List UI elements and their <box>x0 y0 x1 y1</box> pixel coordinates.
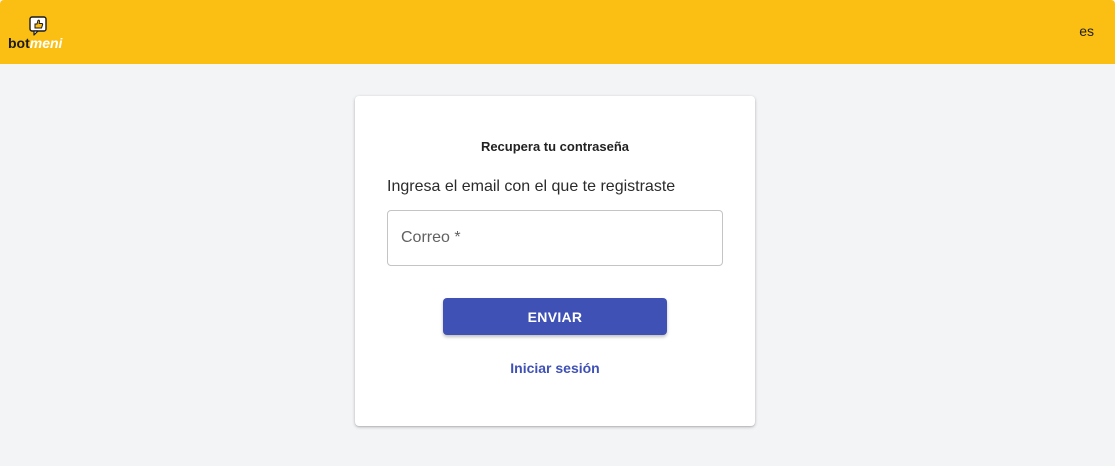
recover-password-card: Recupera tu contraseña Ingresa el email … <box>355 96 755 426</box>
email-input[interactable] <box>388 211 722 265</box>
brand-logo[interactable]: botmeni <box>8 14 70 52</box>
login-link[interactable]: Iniciar sesión <box>355 360 755 376</box>
thumbs-up-speech-bubble-icon <box>29 16 47 36</box>
submit-button[interactable]: ENVIAR <box>443 298 667 335</box>
top-app-bar: botmeni es <box>0 0 1115 64</box>
email-field[interactable] <box>387 210 723 266</box>
language-selector[interactable]: es <box>1079 23 1094 39</box>
card-title: Recupera tu contraseña <box>480 139 630 154</box>
brand-wordmark: botmeni <box>8 35 62 51</box>
card-instructions: Ingresa el email con el que te registras… <box>387 178 676 195</box>
brand-wordmark-bot: bot <box>8 35 30 51</box>
brand-wordmark-meni: meni <box>29 35 63 51</box>
